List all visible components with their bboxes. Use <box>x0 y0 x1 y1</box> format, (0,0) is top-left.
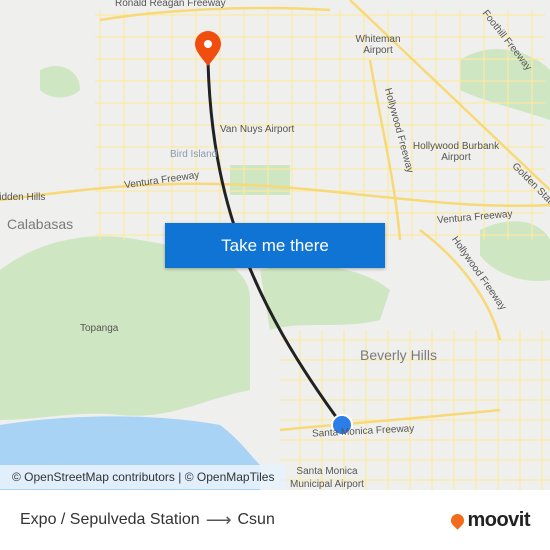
arrow-right-icon: ⟶ <box>205 509 232 530</box>
map-attribution[interactable]: © OpenStreetMap contributors | © OpenMap… <box>0 465 287 489</box>
take-me-there-button[interactable]: Take me there <box>165 223 385 268</box>
map-label: Hollywood Burbank Airport <box>412 141 500 163</box>
map-label: Whiteman Airport <box>355 34 401 56</box>
map-label: Santa Monica Municipal Airport <box>290 466 364 490</box>
map-label: Beverly Hills <box>360 347 438 363</box>
origin-name: Expo / Sepulveda Station <box>20 511 200 528</box>
brand-name: moovit <box>467 508 530 531</box>
park-area <box>260 265 390 330</box>
park-area <box>460 49 550 121</box>
park-area <box>40 66 80 98</box>
map-label: Topanga <box>80 323 119 334</box>
footer: Expo / Sepulveda Station ⟶ Csun moovit <box>0 490 550 550</box>
moovit-pin-icon <box>448 510 468 530</box>
map-label: Ronald Reagan Freeway <box>115 0 226 9</box>
destination-name: Csun <box>237 511 275 528</box>
map-label: Van Nuys Airport <box>220 124 295 135</box>
map-label: Bird Island <box>170 149 218 160</box>
map[interactable]: Ronald Reagan Freeway Whiteman Airport F… <box>0 0 550 490</box>
trip-summary: Expo / Sepulveda Station ⟶ Csun <box>20 510 275 531</box>
park-area <box>480 221 550 281</box>
destination-pin-icon <box>194 30 221 66</box>
map-label: Hidden Hills <box>0 192 46 203</box>
moovit-logo[interactable]: moovit <box>448 508 530 532</box>
map-label: Calabasas <box>7 216 74 232</box>
